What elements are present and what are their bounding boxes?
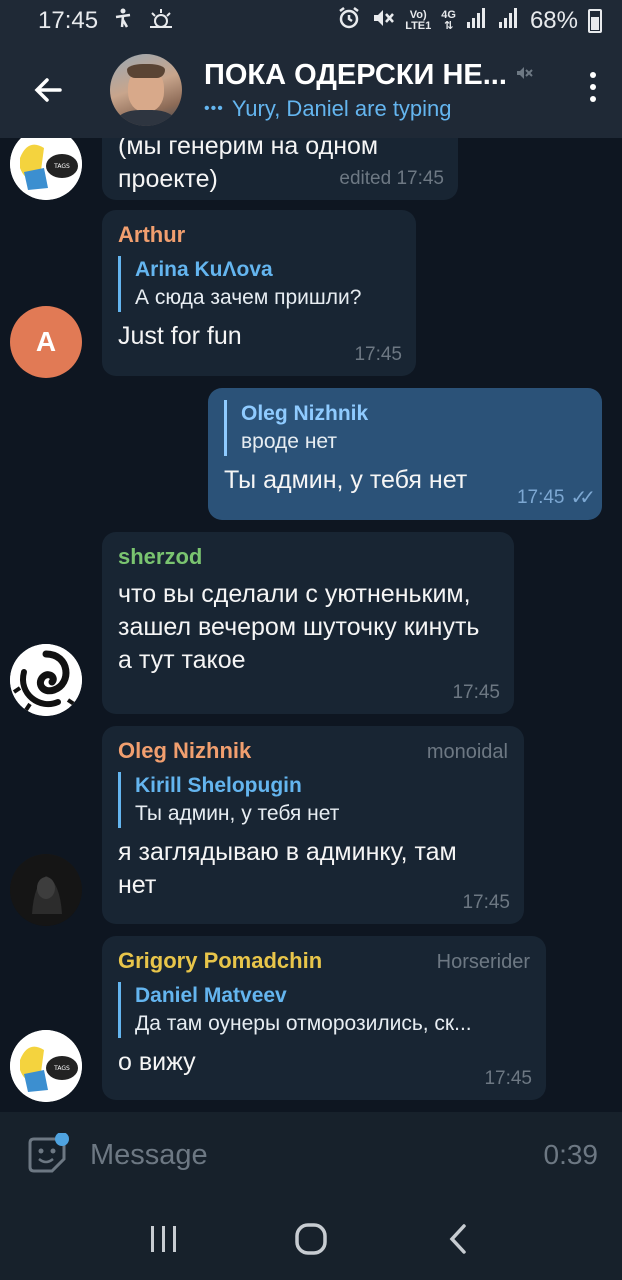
message-bubble[interactable]: Arthur Arina KuΛova А сюда зачем пришли?… [102,210,416,376]
volte-indicator: Vo) LTE1 [405,9,432,32]
message-text: о вижу [118,1048,196,1076]
back-button[interactable] [0,42,96,138]
avatar-sherzod[interactable] [10,644,82,716]
reply-preview[interactable]: Kirill Shelopugin Ты админ, у тебя нет [118,772,508,828]
reply-name: Kirill Shelopugin [135,774,302,797]
sender-name[interactable]: Arthur [118,222,400,248]
status-bar: 17:45 Vo) LTE1 4G ⇅ 68% [0,0,622,42]
battery-percent: 68% [529,7,578,34]
reply-text: вроде нет [241,430,338,453]
avatar-sticker[interactable]: TAGS [10,1030,82,1102]
svg-text:TAGS: TAGS [53,163,70,170]
message-bubble[interactable]: sherzod что вы сделали с уютненьким, заш… [102,532,514,714]
message-time: 17:45 [462,892,510,913]
message-input-bar: 0:39 [0,1112,622,1198]
sender-name[interactable]: sherzod [118,544,498,570]
muted-icon [515,64,533,87]
signal-icon-2 [498,7,520,36]
message-bubble[interactable]: (мы генерим на одном проекте) edited 17:… [102,138,458,200]
recents-button[interactable] [134,1209,194,1269]
message-time: 17:45 [354,344,402,365]
message-list[interactable]: TAGS (мы генерим на одном проекте) edite… [0,138,622,1112]
avatar-sticker[interactable]: TAGS [10,138,82,200]
sticker-icon [28,1132,69,1173]
reply-text: А сюда зачем пришли? [135,286,362,309]
avatar-oleg[interactable] [10,854,82,926]
reply-name: Oleg Nizhnik [241,402,369,425]
reply-preview[interactable]: Arina KuΛova А сюда зачем пришли? [118,256,400,312]
accessibility-icon [112,7,134,35]
chat-title: ПОКА ОДЕРСКИ НЕ... [204,58,507,91]
record-timer: 0:39 [543,1139,599,1170]
reply-name: Daniel Matveev [135,984,287,1007]
admin-title: monoidal [426,741,508,763]
back-nav-button[interactable] [428,1209,488,1269]
avatar-arthur[interactable]: A [10,306,82,378]
reply-text: Да там оунеры отморозились, ск... [135,1012,472,1035]
message-bubble[interactable]: Grigory Pomadchin Horserider Daniel Matv… [102,936,546,1100]
home-button[interactable] [281,1209,341,1269]
reply-preview[interactable]: Daniel Matveev Да там оунеры отморозилис… [118,982,530,1038]
chat-header: ПОКА ОДЕРСКИ НЕ... ••• Yury, Daniel are … [0,42,622,138]
typing-status: ••• Yury, Daniel are typing [204,95,452,121]
svg-text:TAGS: TAGS [53,1065,70,1072]
reply-text: Ты админ, у тебя нет [135,802,340,825]
alarm-icon [337,6,361,37]
message-time: 17:45 [484,1068,532,1089]
more-menu-button[interactable] [590,72,596,102]
battery-icon [588,9,602,33]
recents-icon [150,1226,176,1252]
mute-icon [371,6,395,37]
chat-avatar[interactable] [110,54,182,126]
reply-name: Arina KuΛova [135,258,273,281]
double-check-icon: ✓✓ [570,487,595,509]
sender-name[interactable]: Grigory Pomadchin [118,948,322,974]
weather-icon [148,7,174,35]
message-input[interactable] [90,1138,490,1172]
chat-info[interactable]: ПОКА ОДЕРСКИ НЕ... ••• Yury, Daniel are … [204,59,564,122]
message-bubble-outgoing[interactable]: Oleg Nizhnik вроде нет Ты админ, у тебя … [208,388,602,520]
message-text: что вы сделали с уютненьким, зашел вечер… [118,580,480,674]
sticker-button[interactable] [26,1132,70,1177]
chevron-left-icon [449,1224,467,1254]
reply-preview[interactable]: Oleg Nizhnik вроде нет [224,400,586,456]
status-time: 17:45 [38,7,99,34]
typing-dots-icon: ••• [204,99,224,117]
message-time: edited 17:45 [339,168,444,189]
network-type: 4G ⇅ [441,9,456,32]
system-nav-bar [0,1198,622,1280]
message-text: я заглядываю в админку, там нет [118,838,457,899]
message-time: 17:45 [452,682,500,703]
message-bubble[interactable]: Oleg Nizhnik monoidal Kirill Shelopugin … [102,726,524,924]
home-icon [295,1223,327,1255]
arrow-left-icon [34,78,62,102]
message-time: 17:45 ✓✓ [516,486,596,510]
admin-title: Horserider [436,951,530,973]
signal-icon [466,7,488,36]
sender-name[interactable]: Oleg Nizhnik [118,738,251,764]
